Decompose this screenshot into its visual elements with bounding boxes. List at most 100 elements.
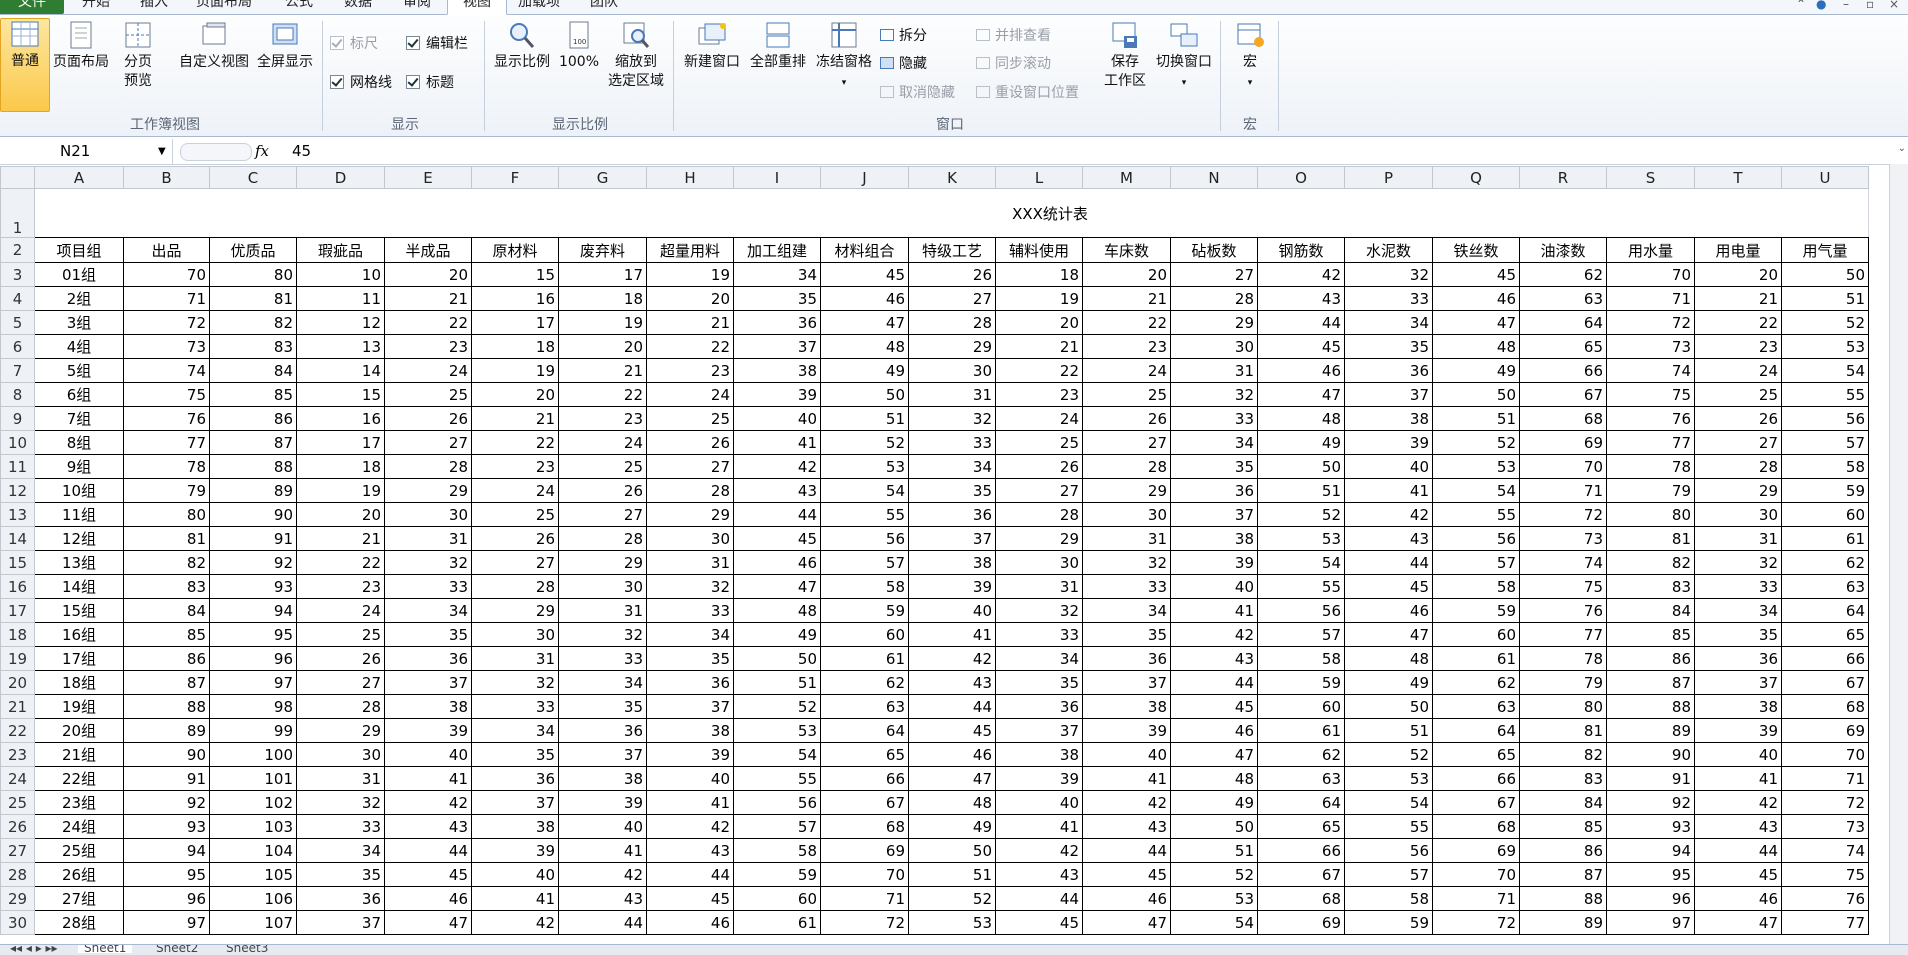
data-cell[interactable]: 52 — [1432, 430, 1520, 455]
data-cell[interactable]: 87 — [1519, 862, 1607, 887]
data-cell[interactable]: 78 — [123, 454, 210, 479]
data-cell[interactable]: 34 — [384, 598, 472, 623]
data-cell[interactable]: 88 — [123, 694, 210, 719]
data-cell[interactable]: 33 — [1694, 574, 1782, 599]
sheet-tab-1[interactable]: Sheet1 — [78, 945, 133, 954]
data-cell[interactable]: 72 — [1606, 310, 1695, 335]
data-cell[interactable]: 75 — [1781, 862, 1869, 887]
data-cell[interactable]: 87 — [1606, 670, 1695, 695]
data-cell[interactable]: 62 — [1257, 742, 1345, 767]
group-name-cell[interactable]: 21组 — [34, 742, 124, 767]
row-header[interactable]: 6 — [0, 334, 35, 359]
data-cell[interactable]: 70 — [123, 262, 210, 287]
reset-position-button[interactable]: 重设窗口位置 — [976, 84, 1079, 102]
data-cell[interactable]: 39 — [1170, 550, 1258, 575]
data-cell[interactable]: 41 — [995, 814, 1083, 839]
data-cell[interactable]: 44 — [995, 886, 1083, 911]
data-cell[interactable]: 74 — [1519, 550, 1607, 575]
data-cell[interactable]: 79 — [123, 478, 210, 503]
zoom-button[interactable]: 显示比例 — [490, 20, 554, 72]
data-cell[interactable]: 70 — [1606, 262, 1695, 287]
data-cell[interactable]: 21 — [995, 334, 1083, 359]
data-cell[interactable]: 43 — [1082, 814, 1171, 839]
data-cell[interactable]: 95 — [1606, 862, 1695, 887]
data-cell[interactable]: 23 — [1694, 334, 1782, 359]
data-cell[interactable]: 72 — [820, 910, 909, 935]
data-cell[interactable]: 94 — [123, 838, 210, 863]
data-cell[interactable]: 79 — [1606, 478, 1695, 503]
data-cell[interactable]: 57 — [820, 550, 909, 575]
data-cell[interactable]: 55 — [1344, 814, 1433, 839]
data-cell[interactable]: 65 — [1519, 334, 1607, 359]
data-cell[interactable]: 38 — [471, 814, 559, 839]
data-cell[interactable]: 75 — [1519, 574, 1607, 599]
data-cell[interactable]: 35 — [384, 622, 472, 647]
data-cell[interactable]: 80 — [209, 262, 297, 287]
data-cell[interactable]: 64 — [1781, 598, 1869, 623]
data-cell[interactable]: 20 — [646, 286, 734, 311]
data-cell[interactable]: 50 — [1344, 694, 1433, 719]
data-cell[interactable]: 71 — [1432, 886, 1520, 911]
data-cell[interactable]: 41 — [1344, 478, 1433, 503]
row-header[interactable]: 21 — [0, 694, 35, 719]
row-header[interactable]: 27 — [0, 838, 35, 863]
normal-view-button[interactable]: 普通 — [0, 18, 50, 112]
data-cell[interactable]: 32 — [995, 598, 1083, 623]
tab-team[interactable]: 团队 — [590, 0, 618, 14]
new-window-button[interactable]: 新建窗口 — [680, 20, 744, 72]
data-cell[interactable]: 100 — [209, 742, 297, 767]
data-cell[interactable]: 20 — [1694, 262, 1782, 287]
data-cell[interactable]: 38 — [558, 766, 647, 791]
data-cell[interactable]: 53 — [1432, 454, 1520, 479]
row-header[interactable]: 10 — [0, 430, 35, 455]
tab-home[interactable]: 开始 — [82, 0, 110, 14]
column-header-I[interactable]: I — [733, 166, 821, 189]
data-cell[interactable]: 46 — [733, 550, 821, 575]
tab-file[interactable]: 文件 — [0, 0, 64, 14]
data-cell[interactable]: 49 — [908, 814, 996, 839]
data-cell[interactable]: 55 — [1781, 382, 1869, 407]
data-cell[interactable]: 63 — [1519, 286, 1607, 311]
data-cell[interactable]: 48 — [733, 598, 821, 623]
group-name-cell[interactable]: 26组 — [34, 862, 124, 887]
data-cell[interactable]: 75 — [123, 382, 210, 407]
header-cell[interactable]: 用水量 — [1606, 237, 1695, 263]
data-cell[interactable]: 69 — [1519, 430, 1607, 455]
data-cell[interactable]: 22 — [558, 382, 647, 407]
data-cell[interactable]: 55 — [1432, 502, 1520, 527]
data-cell[interactable]: 43 — [1170, 646, 1258, 671]
data-cell[interactable]: 34 — [471, 718, 559, 743]
data-cell[interactable]: 46 — [1257, 358, 1345, 383]
data-cell[interactable]: 42 — [995, 838, 1083, 863]
data-cell[interactable]: 49 — [1432, 358, 1520, 383]
data-cell[interactable]: 70 — [1781, 742, 1869, 767]
data-cell[interactable]: 49 — [1170, 790, 1258, 815]
data-cell[interactable]: 59 — [733, 862, 821, 887]
data-cell[interactable]: 19 — [995, 286, 1083, 311]
gridlines-checkbox[interactable]: 网格线 — [330, 74, 392, 92]
data-cell[interactable]: 22 — [995, 358, 1083, 383]
data-cell[interactable]: 25 — [296, 622, 385, 647]
data-cell[interactable]: 73 — [1519, 526, 1607, 551]
data-cell[interactable]: 51 — [1257, 478, 1345, 503]
sheet-tab-3[interactable]: Sheet3 — [220, 945, 274, 954]
data-cell[interactable]: 85 — [1606, 622, 1695, 647]
group-name-cell[interactable]: 15组 — [34, 598, 124, 623]
data-cell[interactable]: 37 — [646, 694, 734, 719]
data-cell[interactable]: 25 — [471, 502, 559, 527]
data-cell[interactable]: 47 — [820, 310, 909, 335]
group-name-cell[interactable]: 19组 — [34, 694, 124, 719]
data-cell[interactable]: 54 — [1432, 478, 1520, 503]
data-cell[interactable]: 51 — [1344, 718, 1433, 743]
data-cell[interactable]: 72 — [1781, 790, 1869, 815]
data-cell[interactable]: 57 — [1344, 862, 1433, 887]
data-cell[interactable]: 82 — [1519, 742, 1607, 767]
data-cell[interactable]: 57 — [733, 814, 821, 839]
data-cell[interactable]: 46 — [646, 910, 734, 935]
data-cell[interactable]: 60 — [1432, 622, 1520, 647]
data-cell[interactable]: 97 — [123, 910, 210, 935]
data-cell[interactable]: 45 — [820, 262, 909, 287]
data-cell[interactable]: 13 — [296, 334, 385, 359]
data-cell[interactable]: 40 — [646, 766, 734, 791]
data-cell[interactable]: 41 — [908, 622, 996, 647]
